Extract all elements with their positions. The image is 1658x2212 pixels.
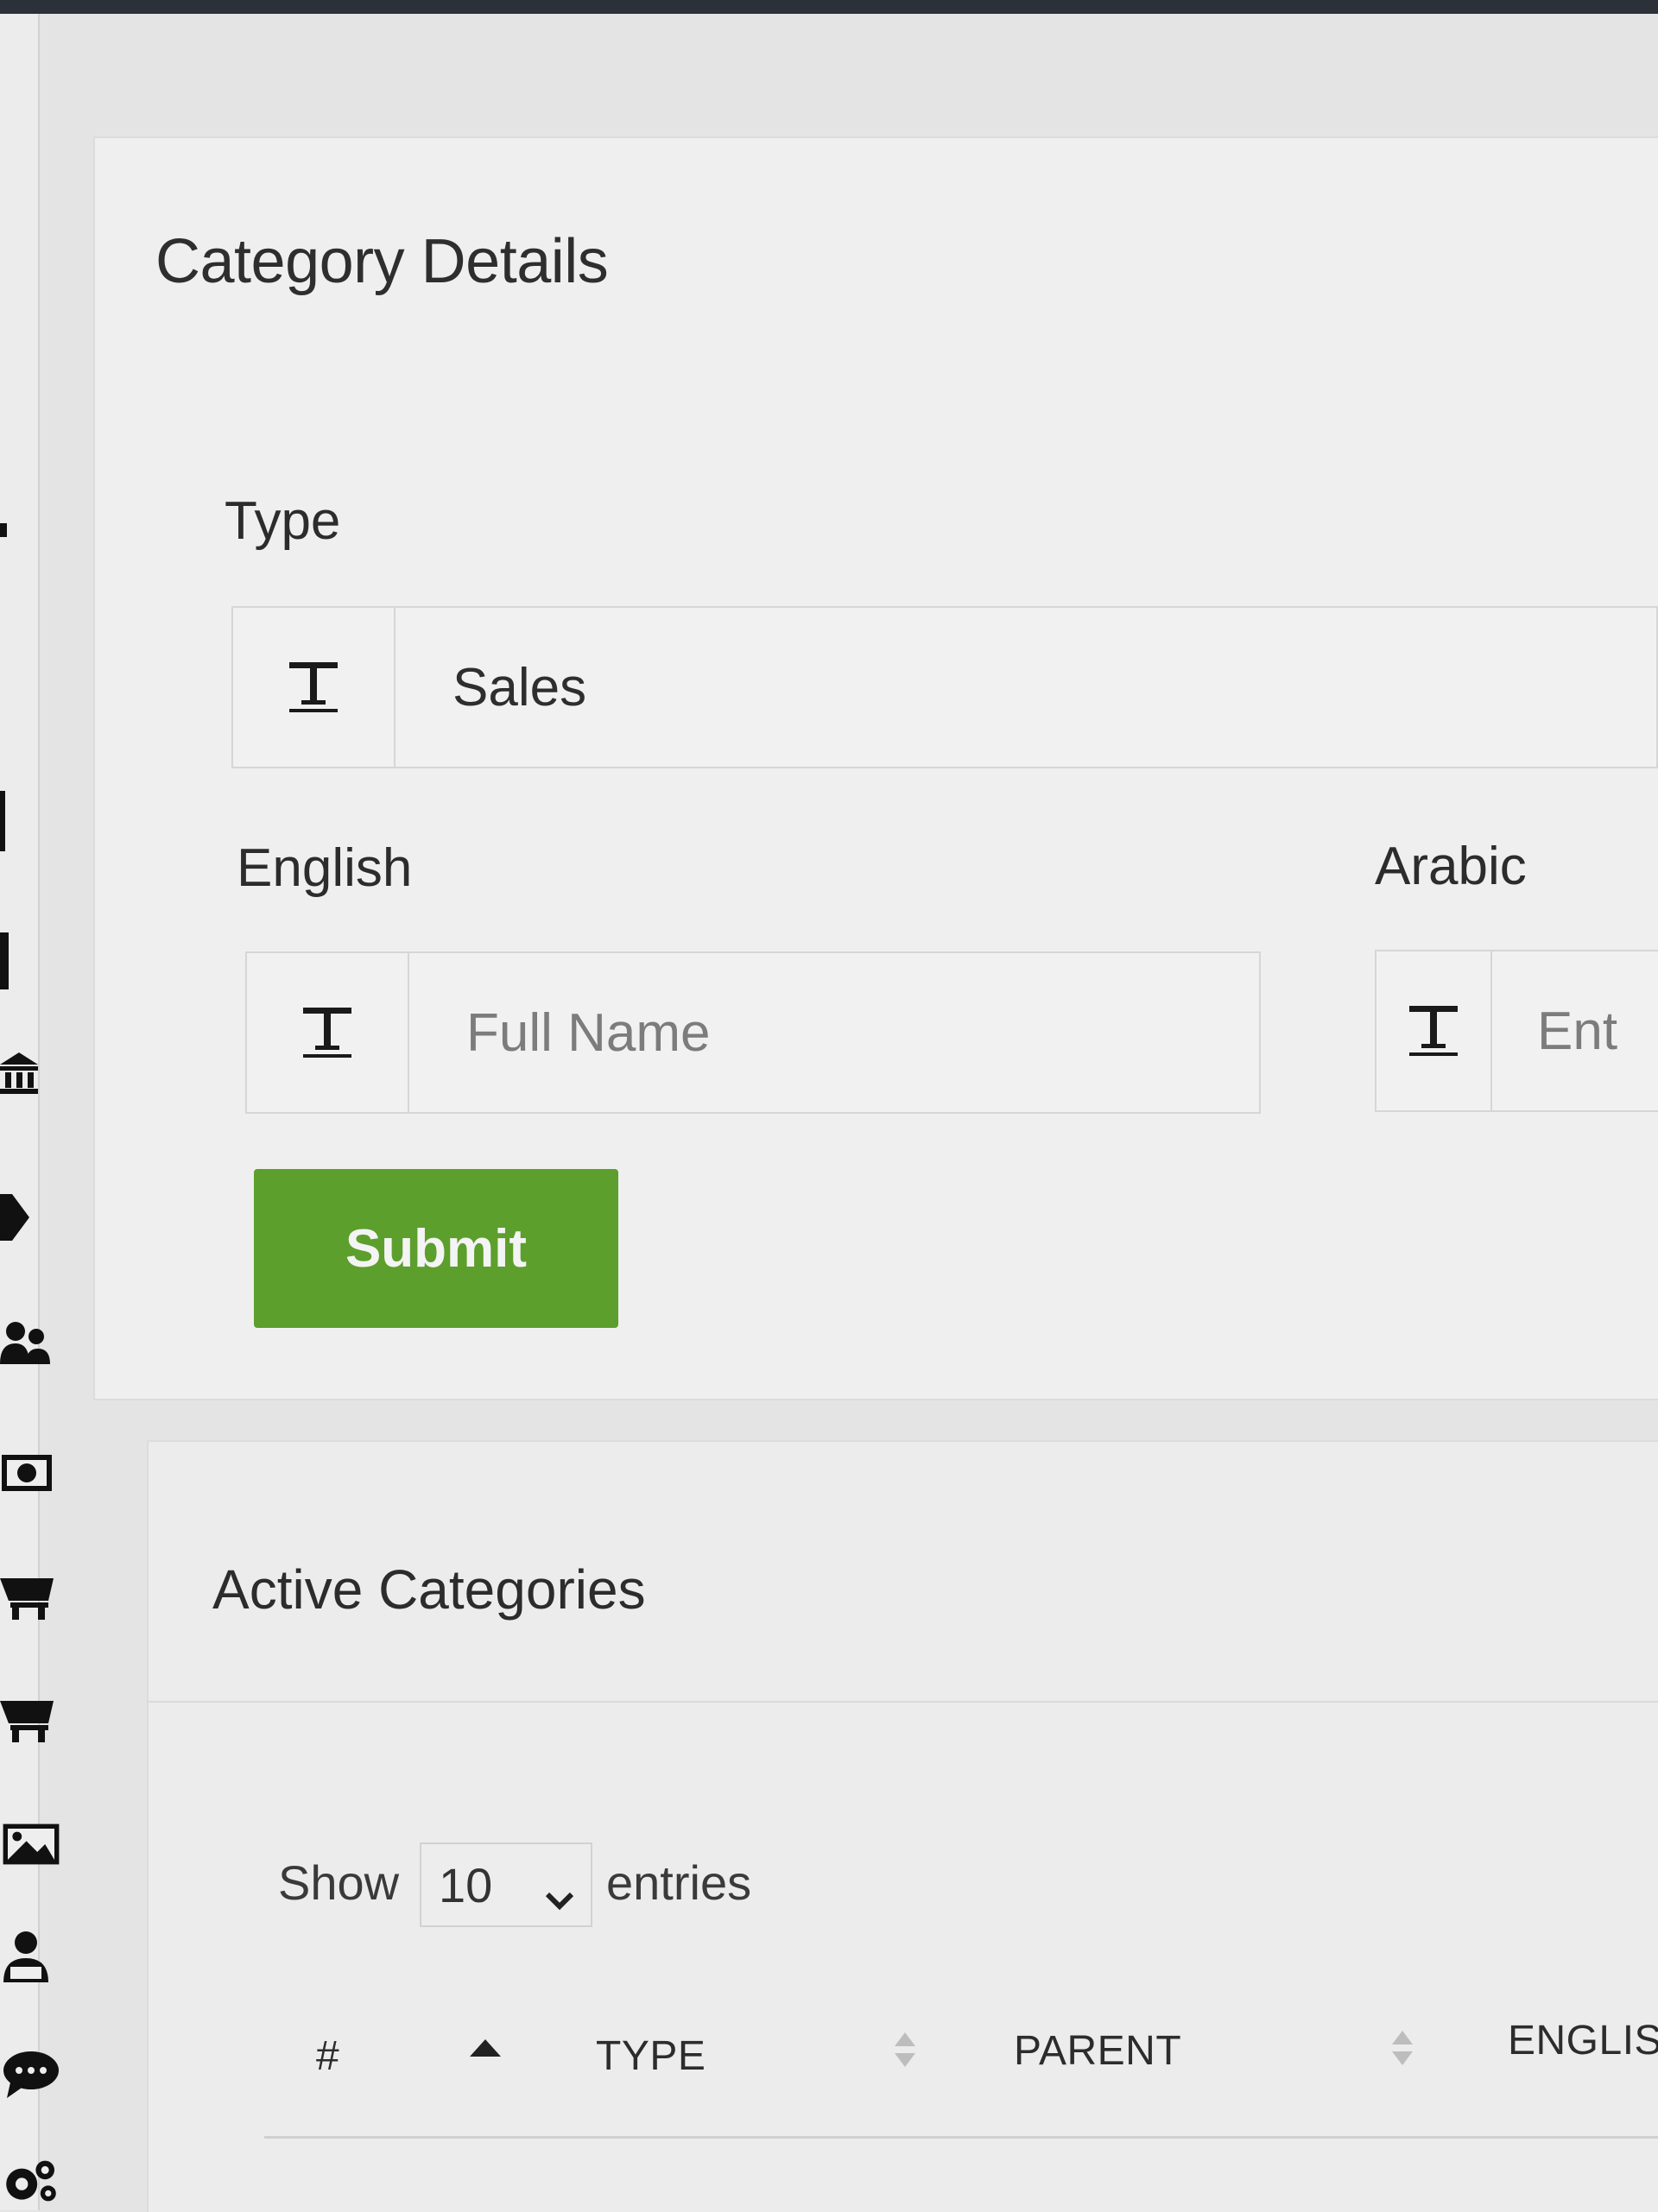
page-size-select[interactable]: 10	[420, 1842, 592, 1927]
chevron-down-icon	[544, 1868, 575, 1924]
users-icon[interactable]	[0, 1318, 62, 1369]
submit-button[interactable]: Submit	[254, 1169, 618, 1328]
tag-icon[interactable]	[0, 1191, 62, 1243]
column-header-type[interactable]: TYPE	[596, 2032, 706, 2080]
gears-icon[interactable]	[0, 2155, 62, 2207]
column-header-parent[interactable]: PARENT	[1014, 2027, 1181, 2075]
text-height-icon	[1376, 951, 1492, 1110]
text-height-icon	[247, 953, 409, 1112]
sort-icon[interactable]	[893, 2031, 917, 2073]
english-name-field[interactable]	[245, 951, 1261, 1114]
divider	[147, 1701, 1658, 1703]
column-header-index[interactable]: #	[316, 2032, 339, 2080]
type-field[interactable]	[231, 606, 1658, 768]
type-input[interactable]	[396, 608, 1656, 767]
top-bar	[0, 0, 1658, 14]
column-header-english[interactable]: ENGLISH	[1508, 2017, 1658, 2064]
sidebar-edge-mark	[0, 932, 9, 989]
user-tie-icon[interactable]	[0, 1931, 62, 1982]
sort-icon[interactable]	[1390, 2029, 1414, 2071]
type-label: Type	[225, 491, 341, 551]
arabic-label: Arabic	[1375, 837, 1527, 896]
bank-icon[interactable]	[0, 1046, 62, 1098]
arabic-name-field[interactable]	[1375, 950, 1658, 1112]
sidebar-edge-mark	[0, 791, 5, 851]
comment-icon[interactable]	[0, 2048, 62, 2100]
english-label: English	[237, 838, 413, 898]
cart-icon[interactable]	[0, 1573, 62, 1625]
cart-icon[interactable]	[0, 1696, 62, 1747]
sort-asc-icon[interactable]	[468, 2038, 503, 2063]
text-height-icon	[233, 608, 396, 767]
arabic-name-input[interactable]	[1492, 951, 1658, 1110]
image-icon[interactable]	[0, 1818, 62, 1870]
page-title: Category Details	[155, 227, 609, 296]
page-size-value: 10	[439, 1857, 493, 1912]
section-title: Active Categories	[212, 1558, 646, 1621]
active-categories-panel	[147, 1440, 1658, 2212]
entries-label: entries	[606, 1855, 752, 1910]
show-label: Show	[278, 1855, 400, 1910]
sidebar	[0, 14, 40, 2210]
sidebar-edge-mark	[0, 523, 7, 537]
table-header-border	[264, 2136, 1658, 2139]
money-icon[interactable]	[0, 1447, 62, 1499]
english-name-input[interactable]	[409, 953, 1259, 1112]
